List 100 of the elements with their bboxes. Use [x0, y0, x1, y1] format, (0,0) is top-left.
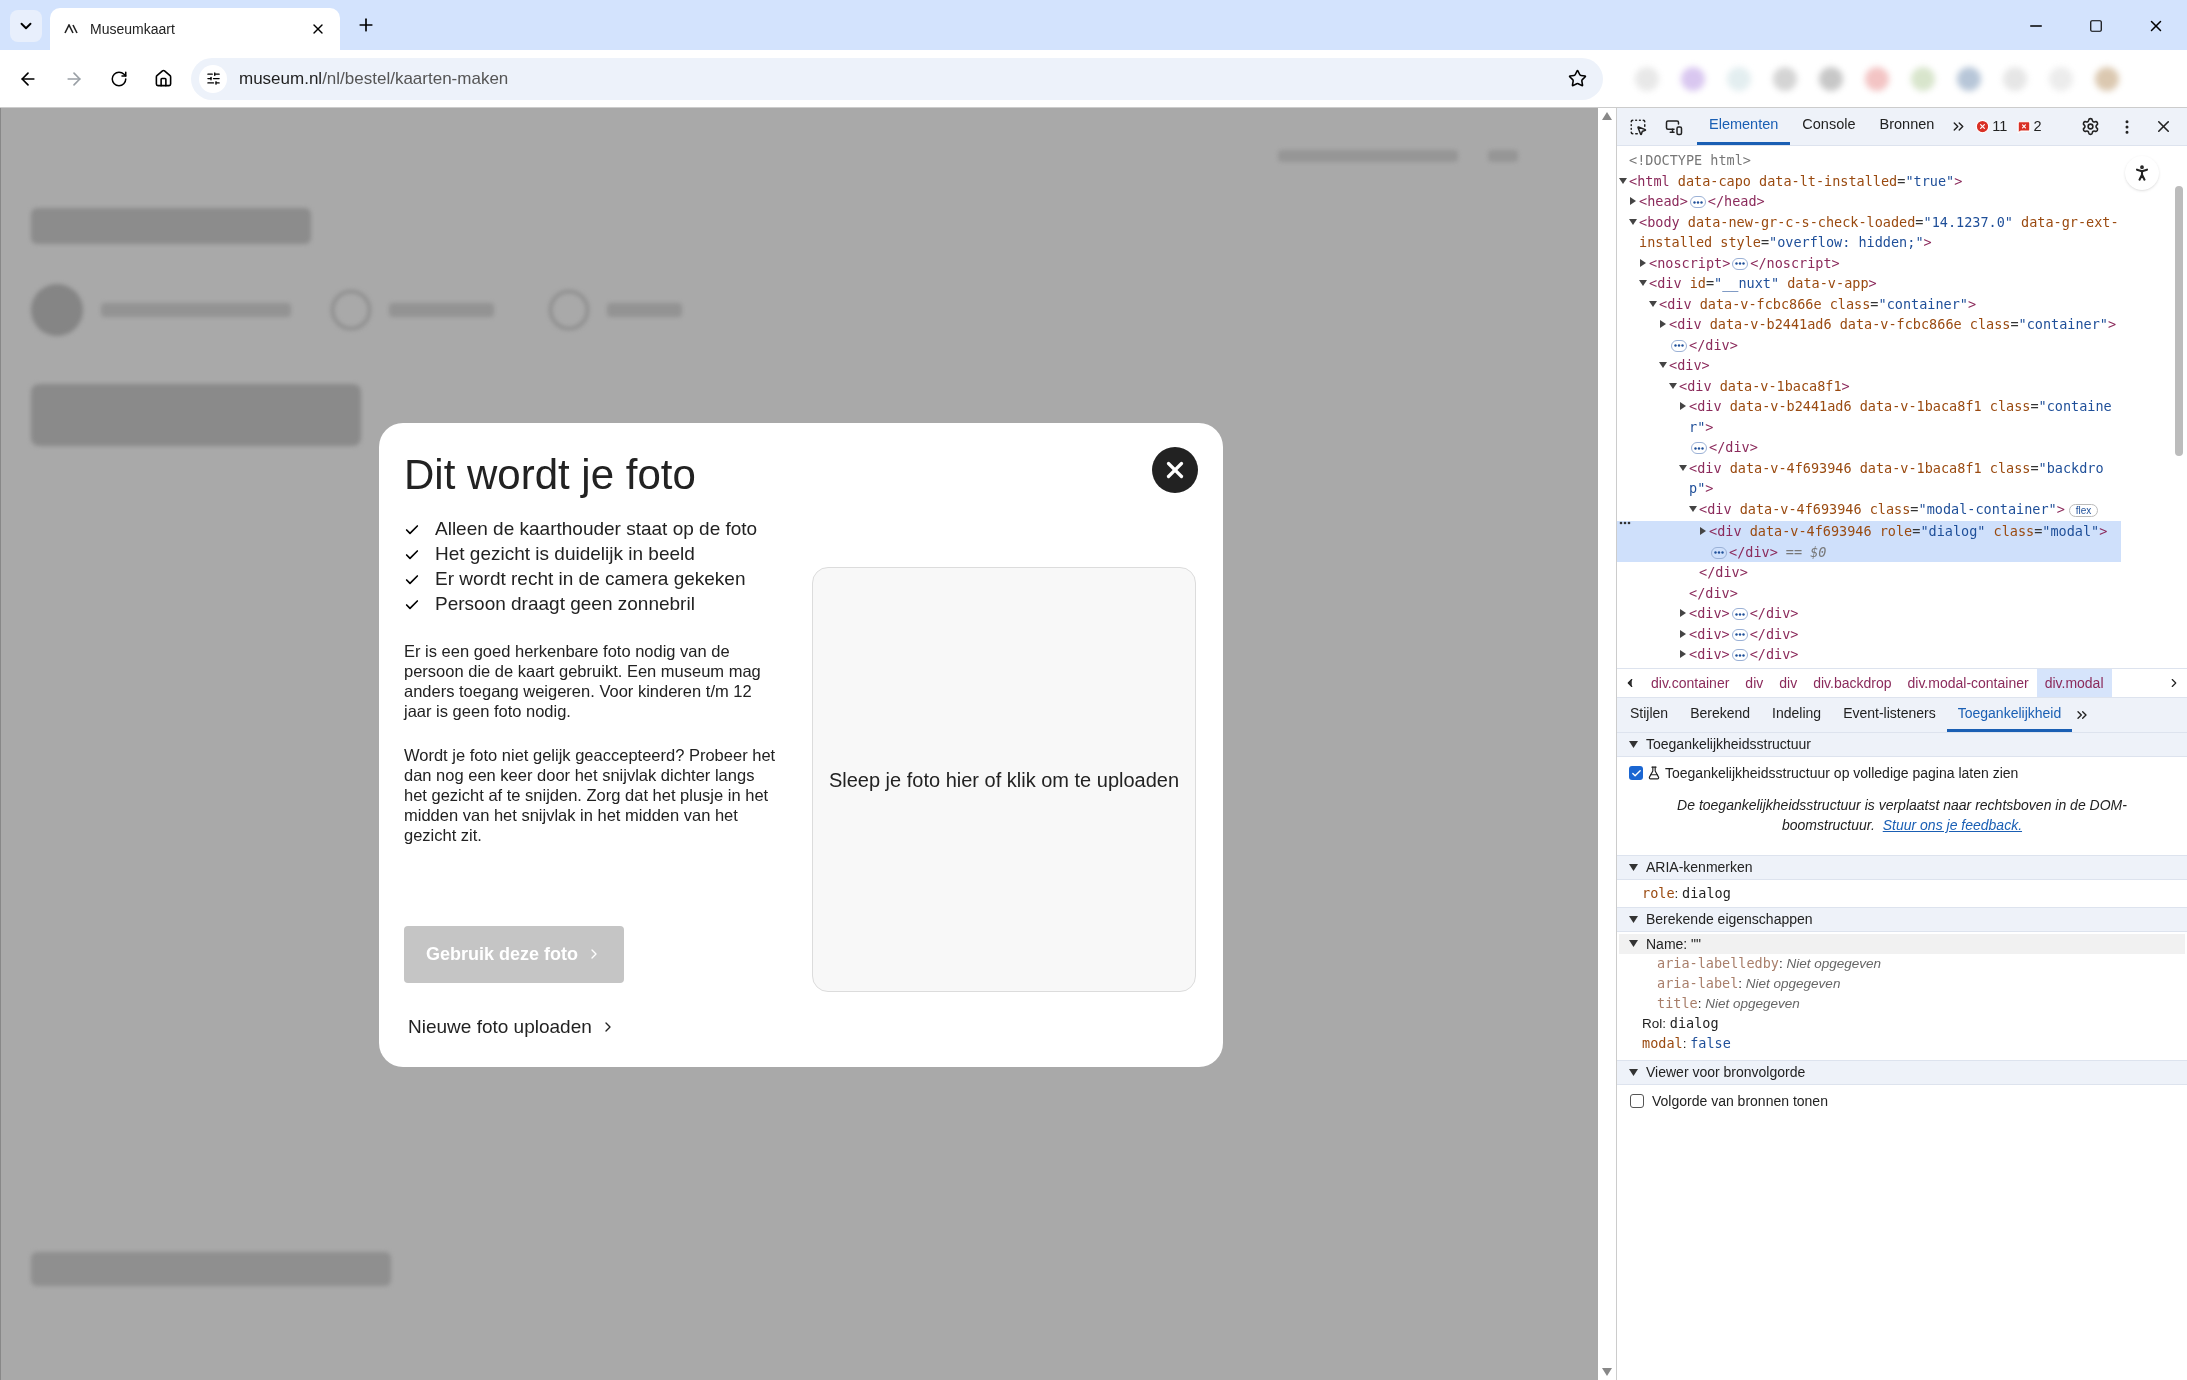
collapsed-ellipsis-icon[interactable]: [1691, 442, 1707, 454]
accessibility-tree-button[interactable]: [2125, 156, 2159, 190]
dom-node-row[interactable]: <div data-v-4f693946 data-v-1baca8f1 class="backdrop">: [1617, 457, 2121, 499]
dom-close-tag: </noscript>: [1750, 254, 1840, 271]
scrollbar[interactable]: [2175, 186, 2183, 456]
device-toolbar-icon[interactable]: [1665, 117, 1683, 136]
section-header[interactable]: ARIA-kenmerken: [1646, 857, 1753, 878]
panel-tab[interactable]: Stijlen: [1619, 698, 1680, 732]
expanded-arrow-icon[interactable]: [1639, 279, 1647, 287]
dom-node-row[interactable]: <head> </head>: [1617, 191, 2121, 212]
browser-tab[interactable]: Museumkaart: [50, 8, 340, 50]
property-row-text: title: Niet opgegeven: [1657, 994, 1800, 1014]
property-row-text: Rol: dialog: [1642, 1014, 1719, 1034]
collapse-arrow-icon[interactable]: [1629, 1068, 1638, 1077]
upload-new-photo-link[interactable]: Nieuwe foto uploaden: [408, 1012, 794, 1041]
expanded-arrow-icon[interactable]: [1689, 504, 1697, 513]
dom-node-row[interactable]: <div>: [1617, 355, 2121, 376]
expanded-arrow-icon[interactable]: [1679, 463, 1687, 472]
panel-tab[interactable]: Event-listeners: [1832, 698, 1947, 732]
expanded-arrow-icon[interactable]: [1649, 299, 1657, 308]
dom-node-row[interactable]: <div data-v-4f693946 role="dialog" class="modal"> </div> == $0: [1617, 521, 2121, 562]
dom-node-row[interactable]: <div> </div>: [1617, 644, 2121, 665]
breadcrumb[interactable]: div: [1771, 669, 1806, 697]
url-text: museum.nl/nl/bestel/kaarten-maken: [239, 67, 509, 90]
close-button[interactable]: [1152, 447, 1198, 493]
dom-node-row[interactable]: <html data-capo data-lt-installed="true">: [1617, 170, 2121, 191]
collapsed-arrow-icon[interactable]: [1679, 650, 1687, 658]
collapsed-arrow-icon[interactable]: [1699, 527, 1707, 535]
issue-count[interactable]: 2: [2033, 115, 2042, 138]
dom-node-text: <div data-v-b2441ad6 data-v-1baca8f1 class="container">: [1689, 397, 2113, 437]
dom-node-row[interactable]: <div data-v-4f693946 class="modal-container"> flex: [1617, 498, 2121, 521]
dom-node-row[interactable]: <div data-v-1baca8f1>: [1617, 375, 2121, 396]
dom-node-row[interactable]: <noscript> </noscript>: [1617, 252, 2121, 273]
breadcrumb[interactable]: div.backdrop: [1805, 669, 1900, 697]
error-count[interactable]: 11: [1992, 115, 2008, 138]
devtools-tab[interactable]: Bronnen: [1867, 108, 1947, 145]
expanded-arrow-icon[interactable]: [1669, 381, 1677, 390]
dom-node-row[interactable]: <!DOCTYPE html>: [1617, 150, 2121, 171]
home-icon[interactable]: [154, 69, 173, 88]
devtools-tab[interactable]: Console: [1790, 108, 1868, 145]
collapsed-ellipsis-icon[interactable]: [1671, 339, 1687, 352]
dom-close-tag: </div>: [1749, 605, 1799, 621]
address-bar[interactable]: museum.nl/nl/bestel/kaarten-maken: [191, 57, 1603, 100]
dom-node-row[interactable]: <div data-v-b2441ad6 data-v-1baca8f1 class="container"> </div>: [1617, 396, 2121, 458]
collapse-arrow-icon[interactable]: [1629, 940, 1638, 948]
dom-node-row[interactable]: <div> </div>: [1617, 603, 2121, 624]
collapsed-arrow-icon[interactable]: [1679, 402, 1687, 410]
collapsed-arrow-icon[interactable]: [1659, 320, 1667, 328]
scroll-down-icon[interactable]: [1602, 1368, 1612, 1376]
collapsed-arrow-icon[interactable]: [1679, 629, 1687, 638]
dom-node-text: <div data-v-fcbc866e class="container">: [1659, 294, 1977, 314]
inspect-icon[interactable]: [1629, 117, 1647, 136]
more-icon[interactable]: [1619, 521, 1631, 525]
dom-node-row[interactable]: <div data-v-b2441ad6 data-v-fcbc866e class="container"> </div>: [1617, 314, 2121, 355]
dom-node-text: <div>: [1669, 356, 1710, 375]
breadcrumb[interactable]: div.container: [1643, 669, 1738, 697]
dom-close-tag: </div>: [1749, 625, 1799, 642]
property-row-text: aria-label: Niet opgegeven: [1657, 974, 1841, 994]
property-row-text: role: dialog: [1642, 883, 1731, 903]
modal-title: Dit wordt je foto: [404, 450, 697, 500]
breadcrumb[interactable]: div.modal-container: [1899, 669, 2037, 697]
dom-node-row[interactable]: <div> </div>: [1617, 623, 2121, 644]
collapsed-ellipsis-icon[interactable]: [1711, 546, 1727, 559]
reload-icon[interactable]: [110, 69, 128, 88]
maximize-icon[interactable]: [2089, 19, 2103, 33]
checkbox[interactable]: [1630, 1094, 1644, 1108]
bookmark-star-icon[interactable]: [1568, 69, 1587, 88]
panel-tab[interactable]: Berekend: [1679, 698, 1762, 732]
checkbox-label[interactable]: Volgorde van bronnen tonen: [1652, 1090, 1828, 1112]
settings-icon[interactable]: [2081, 117, 2100, 136]
collapse-arrow-icon[interactable]: [1629, 740, 1638, 749]
dom-node-row[interactable]: <div data-v-fcbc866e class="container">: [1617, 293, 2121, 314]
expanded-arrow-icon[interactable]: [1659, 361, 1667, 369]
dom-node-text: <div data-v-4f693946 data-v-1baca8f1 class="backdrop">: [1689, 458, 2105, 498]
collapsed-arrow-icon[interactable]: [1639, 258, 1647, 267]
devtools-tab[interactable]: Elementen: [1697, 108, 1791, 145]
collapse-arrow-icon[interactable]: [1629, 863, 1638, 872]
dom-close-tag: </div>: [1749, 646, 1799, 662]
breadcrumb[interactable]: div: [1737, 669, 1772, 697]
panel-tab[interactable]: Indeling: [1761, 698, 1833, 732]
error-icon[interactable]: [1975, 119, 1991, 134]
checklist-item: Persoon draagt geen zonnebril: [435, 592, 695, 617]
upload-dropzone[interactable]: Sleep je foto hier of klik om te uploaden: [812, 567, 1196, 992]
site-info-icon[interactable]: [199, 64, 227, 93]
checkbox[interactable]: [1629, 766, 1643, 780]
checkbox-label[interactable]: Toegankelijkheidsstructuur op volledige pagina laten zien: [1665, 762, 2019, 784]
issue-icon[interactable]: [2017, 119, 2032, 134]
collapsed-arrow-icon[interactable]: [1679, 609, 1687, 617]
property-row-text: modal: false: [1642, 1034, 1731, 1054]
collapse-arrow-icon[interactable]: [1629, 915, 1638, 924]
feedback-link[interactable]: Stuur ons je feedback.: [1882, 817, 2023, 833]
dom-node-row[interactable]: <div id="__nuxt" data-v-app>: [1617, 273, 2121, 294]
scroll-up-icon[interactable]: [1602, 112, 1612, 120]
checklist-item: Er wordt recht in de camera gekeken: [435, 567, 746, 592]
checklist-item: Alleen de kaarthouder staat op de foto: [435, 517, 758, 542]
breadcrumb[interactable]: div.modal: [2036, 669, 2112, 697]
collapsed-arrow-icon[interactable]: [1629, 197, 1637, 205]
expanded-arrow-icon[interactable]: [1629, 217, 1637, 226]
expanded-arrow-icon[interactable]: [1619, 176, 1627, 185]
tab-search-button[interactable]: [10, 10, 42, 42]
